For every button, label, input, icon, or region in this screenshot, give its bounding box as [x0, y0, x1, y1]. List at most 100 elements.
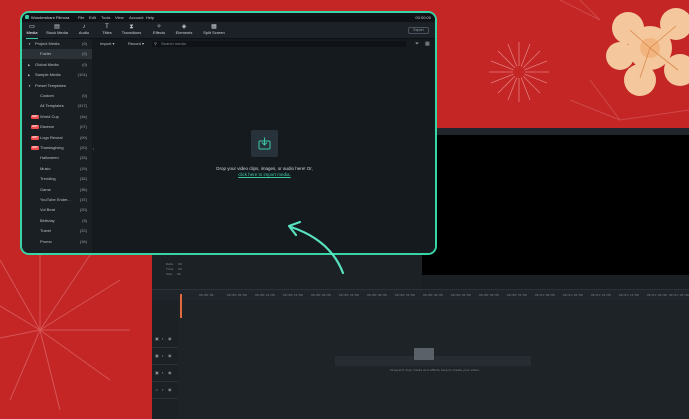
sidebar-item-count: (0) — [82, 41, 87, 46]
tab-titles[interactable]: T Titles — [99, 22, 115, 39]
sidebar-item[interactable]: HOT Thanksgiving (20) — [22, 143, 92, 153]
tab-elements[interactable]: ◈ Elements — [173, 22, 195, 39]
lock-icon[interactable]: ▪ — [162, 388, 163, 392]
lock-icon[interactable]: ▪ — [162, 337, 163, 341]
tab-effects[interactable]: ✧ Effects — [150, 22, 168, 39]
sidebar-item[interactable]: Birthday (9) — [22, 216, 92, 226]
timeline-drop-icon — [414, 348, 434, 360]
sidebar-item-label: Global Media — [35, 61, 59, 67]
hot-badge: HOT — [31, 135, 39, 140]
hot-badge: HOT — [31, 125, 39, 130]
audio-track-icon: ♫ — [155, 387, 158, 392]
search-input[interactable] — [161, 41, 401, 47]
sidebar-item-count: (36) — [79, 186, 87, 192]
preview-player[interactable] — [422, 135, 689, 275]
sidebar-item-label: All Templates — [40, 103, 64, 109]
sidebar-item[interactable]: HOT World Cup (6x) — [22, 112, 92, 122]
sidebar-item[interactable]: ▶ Global Media (0) — [22, 60, 92, 70]
sidebar-item-count: (20) — [79, 207, 87, 213]
tab-split-screen[interactable]: ▦ Split Screen — [201, 22, 227, 39]
expand-arrow-icon[interactable]: ▼ — [28, 42, 31, 46]
sidebar-item[interactable]: HOT Diwesm (07) — [22, 122, 92, 132]
sidebar-item-label: Birthday — [40, 217, 55, 223]
tab-audio[interactable]: ♪ Audio — [76, 22, 92, 39]
media-content-area[interactable]: Import ▾ Record ▾ ⚲ ⏷ ▦ Drop your video … — [94, 39, 435, 253]
sidebar-item[interactable]: ▼ Preset Templates — [22, 81, 92, 91]
ruler-tick: 00:00:20:00 — [311, 293, 331, 297]
import-media-button[interactable] — [251, 130, 278, 157]
sidebar-item-label: Game — [40, 186, 51, 192]
ruler-tick: 00:00:50:00 — [479, 293, 499, 297]
media-info-panel: Date 00 Time 00 Size 00 — [152, 256, 422, 282]
timeline-ruler[interactable]: 00:00:00 00:00:05:00 00:00:10:00 00:00:1… — [178, 293, 689, 301]
eye-icon[interactable]: ◉ — [168, 354, 172, 358]
sidebar-item[interactable]: Trending (32) — [22, 174, 92, 184]
eye-icon[interactable]: ◉ — [168, 371, 172, 375]
sidebar-item-label: Music — [40, 165, 51, 171]
sidebar-item[interactable]: All Templates (317) — [22, 101, 92, 111]
speaker-icon[interactable]: ◉ — [168, 388, 172, 392]
chevron-down-icon: ▾ — [142, 41, 145, 46]
sidebar-item-count: (101) — [77, 72, 87, 78]
sidebar-item[interactable]: YouTube Ender... (37) — [22, 195, 92, 205]
collapse-arrow-icon[interactable]: ▶ — [28, 73, 30, 77]
eye-icon[interactable]: ◉ — [168, 337, 172, 341]
menu-help[interactable]: Help — [146, 15, 154, 20]
ruler-tick: 00:01:20:00 — [647, 293, 667, 297]
sidebar-item-label: Preset Templates — [35, 82, 66, 88]
expand-arrow-icon[interactable]: ▼ — [28, 84, 31, 88]
sidebar-item-label: Vol Beat — [40, 207, 55, 213]
sidebar-item-count: (09) — [79, 134, 87, 140]
filter-icon[interactable]: ⏷ — [415, 41, 419, 47]
sidebar-item[interactable]: Vol Beat (20) — [22, 205, 92, 215]
timeline-playhead[interactable] — [180, 294, 182, 318]
sidebar-item[interactable]: Promo (16) — [22, 237, 92, 247]
track-header[interactable]: ▣ ▪ ◉ — [152, 365, 178, 382]
sidebar-item[interactable]: Travel (22) — [22, 226, 92, 236]
menu-edit[interactable]: Edit — [89, 15, 96, 20]
sidebar-item[interactable]: HOT Logo Reveal (09) — [22, 133, 92, 143]
title-bar: Wondershare Filmora File Edit Tools View… — [22, 13, 435, 22]
sidebar-item-label: Promo — [40, 238, 52, 244]
sidebar-item[interactable]: Game (36) — [22, 185, 92, 195]
export-button[interactable]: Export — [408, 27, 429, 34]
menu-tools[interactable]: Tools — [101, 15, 110, 20]
lock-icon[interactable]: ▪ — [162, 371, 163, 375]
track-header[interactable]: ♫ ▪ ◉ — [152, 382, 178, 399]
track-header[interactable]: ▣ ▪ ◉ — [152, 348, 178, 365]
sidebar-item-label: Logo Reveal — [40, 134, 63, 140]
ruler-tick: 00:00:30:00 — [367, 293, 387, 297]
import-media-link[interactable]: click here to import media. — [154, 172, 375, 178]
tab-stock-media[interactable]: ▤ Stock Media — [44, 22, 70, 39]
sidebar-item[interactable]: ▶ Sample Media (101) — [22, 70, 92, 80]
import-dropdown[interactable]: Import ▾ — [100, 41, 114, 47]
tab-transitions[interactable]: ⧗ Transitions — [120, 22, 143, 39]
sidebar-item[interactable]: ▼ Project Media (0) — [22, 39, 92, 49]
menu-view[interactable]: View — [115, 15, 124, 20]
sidebar-item[interactable]: Custom (0) — [22, 91, 92, 101]
track-header[interactable]: ▣ ▪ ◉ — [152, 331, 178, 348]
tab-media[interactable]: ▭ Media — [24, 22, 40, 39]
import-icon — [258, 137, 271, 150]
ruler-tick: 00:00:55:00 — [507, 293, 527, 297]
sidebar-item-label: Thanksgiving — [40, 145, 64, 150]
player-controls[interactable] — [422, 275, 689, 289]
grid-view-icon[interactable]: ▦ — [425, 41, 430, 47]
sidebar-item-count: (33) — [79, 155, 87, 161]
sidebar-item-label: Diwesm — [40, 124, 55, 130]
video-track-icon: ▣ — [155, 370, 159, 375]
info-row: Size 00 — [166, 272, 181, 276]
sidebar-item-count: (6x) — [80, 113, 87, 119]
menu-account[interactable]: Account — [129, 15, 143, 20]
record-dropdown[interactable]: Record ▾ — [128, 41, 144, 47]
ruler-tick: 00:01:25:00 — [669, 293, 689, 297]
sidebar-item[interactable]: Music (19) — [22, 164, 92, 174]
sidebar-item[interactable]: Folder (0) — [22, 49, 92, 60]
ruler-tick: 00:00:10:00 — [255, 293, 275, 297]
sidebar-item-count: (20) — [79, 145, 87, 150]
collapse-arrow-icon[interactable]: ▶ — [28, 63, 30, 67]
hot-badge: HOT — [31, 146, 39, 150]
sidebar-item[interactable]: Halloween (33) — [22, 153, 92, 163]
lock-icon[interactable]: ▪ — [162, 354, 163, 358]
menu-file[interactable]: File — [78, 15, 84, 20]
